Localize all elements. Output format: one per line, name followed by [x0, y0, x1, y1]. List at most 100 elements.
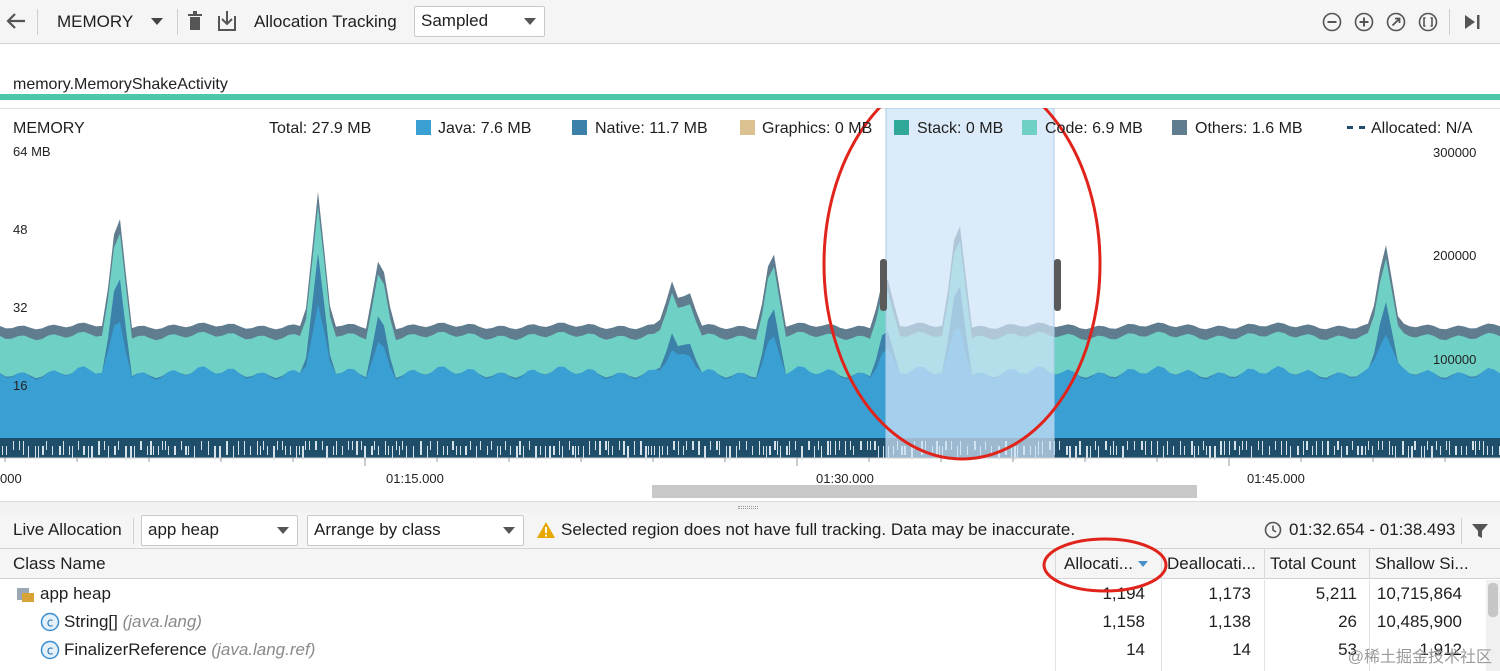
column-deallocations[interactable]: Deallocati...: [1161, 549, 1264, 579]
table-row[interactable]: c String[] (java.lang) 1,158 1,138 26 10…: [0, 608, 1480, 636]
panel-splitter[interactable]: [0, 501, 1500, 513]
allocation-tick: [1365, 446, 1366, 455]
allocation-tick: [336, 441, 337, 455]
column-total-count[interactable]: Total Count: [1264, 549, 1369, 579]
back-arrow-icon: [6, 13, 25, 29]
zoom-to-selection-button[interactable]: [1417, 11, 1439, 33]
allocation-tick: [1151, 441, 1152, 455]
allocation-tick: [385, 441, 386, 455]
table-scrollbar-thumb[interactable]: [1488, 583, 1498, 617]
timeline-scrollbar-thumb[interactable]: [652, 485, 1197, 498]
allocation-tick: [1184, 446, 1185, 455]
profiler-selector-label: MEMORY: [57, 12, 134, 31]
selection-region[interactable]: [885, 108, 1055, 459]
allocation-tick: [487, 446, 488, 455]
allocation-tick: [752, 446, 753, 455]
zoom-in-button[interactable]: [1353, 11, 1375, 33]
allocation-tick: [1436, 441, 1437, 450]
allocation-tick: [1378, 441, 1379, 450]
allocation-tick: [277, 441, 278, 450]
allocation-tick: [399, 446, 400, 455]
column-shallow-size[interactable]: Shallow Si...: [1369, 549, 1476, 579]
allocation-tick: [827, 441, 829, 455]
heap-dropdown-value: app heap: [148, 520, 219, 539]
allocation-tick: [305, 441, 306, 450]
allocation-tick: [683, 446, 684, 455]
allocation-tick: [1368, 441, 1369, 450]
allocation-tick: [1352, 441, 1353, 450]
deallocations-cell: 1,138: [1208, 612, 1251, 631]
allocation-tick: [52, 446, 53, 455]
column-class-name[interactable]: Class Name: [0, 549, 1055, 579]
allocation-tick: [572, 446, 574, 455]
class-package: (java.lang.ref): [211, 640, 316, 659]
allocation-tick: [1246, 441, 1247, 450]
allocation-tick: [774, 441, 776, 450]
y-axis-right-label: 200000: [1433, 248, 1477, 263]
allocation-tick: [1198, 446, 1199, 455]
allocation-tick: [1203, 441, 1204, 450]
filter-button[interactable]: [1469, 520, 1491, 542]
y-axis-left-label: 64 MB: [13, 144, 51, 159]
allocation-tick: [46, 441, 47, 450]
legend-allocated: Allocated: N/A: [1371, 120, 1473, 137]
allocation-tick: [226, 441, 228, 455]
legend-native-swatch: [572, 120, 587, 135]
allocation-tick: [188, 446, 189, 455]
legend-stack-swatch: [894, 120, 909, 135]
allocation-tick: [634, 441, 635, 455]
back-button[interactable]: [4, 9, 28, 33]
allocation-tick: [140, 441, 142, 450]
allocation-tick: [746, 441, 747, 450]
dump-heap-button[interactable]: [216, 9, 238, 33]
allocation-tick: [1492, 446, 1493, 455]
allocation-tick: [165, 441, 166, 450]
allocation-tick: [710, 441, 711, 450]
allocation-tick: [322, 441, 323, 450]
allocation-tick: [1229, 441, 1230, 455]
allocation-tick: [13, 441, 14, 450]
legend-others-swatch: [1172, 120, 1187, 135]
zoom-out-button[interactable]: [1321, 11, 1343, 33]
allocation-tick: [1414, 441, 1416, 450]
allocation-tick: [333, 446, 334, 455]
table-row[interactable]: app heap 1,194 1,173 5,211 10,715,864: [0, 580, 1480, 608]
heap-dropdown[interactable]: app heap: [141, 515, 298, 546]
allocation-tick: [361, 441, 362, 450]
allocation-toolbar: Live Allocation app heap Arrange by clas…: [0, 513, 1500, 549]
table-row[interactable]: c FinalizerReference (java.lang.ref) 14 …: [0, 636, 1480, 664]
chevron-down-icon: [503, 527, 515, 534]
selection-handle-right[interactable]: [1054, 259, 1061, 311]
allocation-tick: [1475, 441, 1476, 455]
allocation-tracking-dropdown[interactable]: Sampled: [414, 6, 545, 37]
allocation-tick: [839, 441, 840, 450]
zoom-in-icon: [1354, 12, 1374, 32]
allocation-tick: [447, 446, 448, 455]
profiler-toolbar: MEMORY Allocation Tracking Sampled: [0, 0, 1500, 44]
delete-button[interactable]: [185, 10, 205, 32]
selection-handle-left[interactable]: [880, 259, 887, 311]
allocation-tick: [667, 446, 668, 455]
legend-allocated-swatch: [1347, 126, 1365, 129]
arrange-dropdown[interactable]: Arrange by class: [307, 515, 524, 546]
allocation-tick: [1389, 441, 1390, 455]
allocation-tick: [569, 441, 570, 450]
allocation-tick: [443, 446, 444, 455]
toolbar-divider: [133, 518, 134, 544]
allocation-tick: [114, 446, 116, 455]
shallow-size-cell: 10,715,864: [1376, 584, 1462, 603]
allocation-tick: [1372, 446, 1373, 455]
memory-title: MEMORY: [13, 120, 85, 137]
svg-text:c: c: [47, 644, 54, 658]
allocation-tick: [1479, 441, 1480, 450]
allocation-tick: [678, 441, 679, 455]
allocation-tick: [1275, 441, 1276, 450]
memory-chart: [0, 108, 1500, 498]
go-live-button[interactable]: [1461, 11, 1483, 33]
profiler-selector[interactable]: MEMORY: [48, 6, 168, 36]
tracking-warning: Selected region does not have full track…: [561, 520, 1076, 539]
allocation-tick: [1286, 441, 1287, 455]
allocation-tick: [818, 441, 819, 450]
allocation-tick: [456, 446, 457, 455]
reset-zoom-button[interactable]: [1385, 11, 1407, 33]
